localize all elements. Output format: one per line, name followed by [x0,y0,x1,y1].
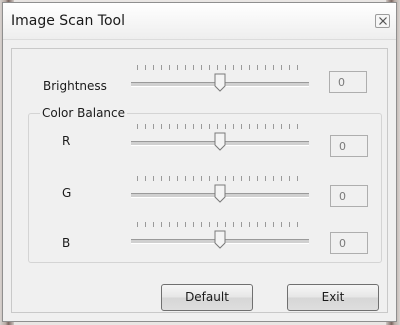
slider-thumb[interactable] [214,230,226,249]
slider-ticks [137,124,303,129]
g-value-field[interactable]: 0 [330,185,368,207]
r-value-field[interactable]: 0 [330,135,368,157]
slider-thumb[interactable] [214,184,226,203]
brightness-slider[interactable] [131,65,309,93]
b-value-field[interactable]: 0 [330,232,368,254]
r-label: R [62,134,71,148]
default-button[interactable]: Default [161,284,253,311]
b-slider[interactable] [131,222,309,250]
close-icon [379,17,387,25]
slider-ticks [137,176,303,181]
title-bar: Image Scan Tool [3,3,396,40]
slider-thumb[interactable] [214,132,226,151]
g-slider[interactable] [131,176,309,204]
r-slider[interactable] [131,124,309,152]
exit-button[interactable]: Exit [287,284,379,311]
brightness-label: Brightness [43,79,107,93]
color-balance-title: Color Balance [40,106,128,120]
brightness-value-field[interactable]: 0 [329,71,367,93]
b-label: B [62,236,71,250]
window-title: Image Scan Tool [11,13,125,29]
slider-ticks [137,65,303,70]
g-label: G [62,186,72,200]
close-button[interactable] [375,14,390,28]
slider-ticks [137,222,303,227]
slider-thumb[interactable] [214,73,226,92]
